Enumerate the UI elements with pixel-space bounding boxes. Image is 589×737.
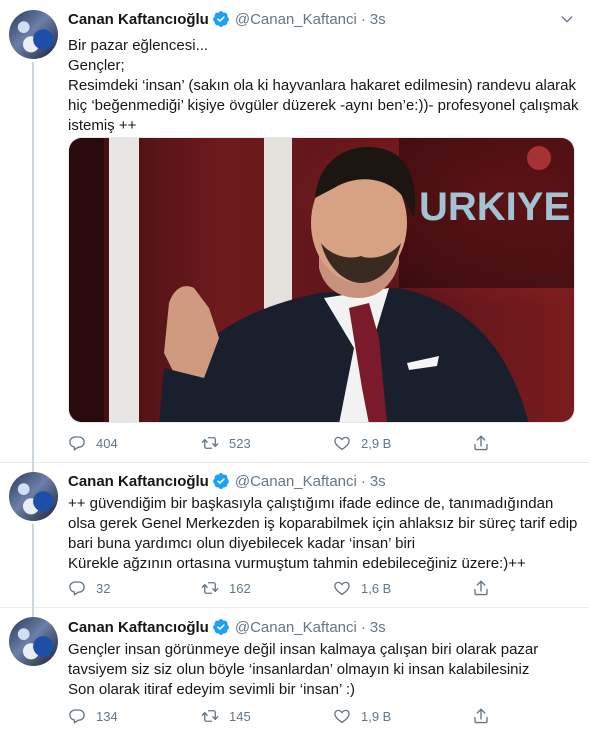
tweet-text-line: ++ güvendiğim bir başkasıyla çalıştığımı… — [68, 495, 554, 512]
separator-dot: · — [360, 618, 366, 636]
like-button[interactable]: 1,9 B — [333, 706, 391, 726]
reply-button[interactable]: 404 — [68, 433, 118, 453]
like-count: 2,9 B — [361, 435, 392, 451]
chevron-down-icon[interactable] — [559, 11, 575, 27]
tweet-image[interactable]: URKIYE — [68, 137, 575, 423]
share-button[interactable] — [472, 706, 500, 726]
reply-icon — [68, 707, 86, 725]
tweet-text-line: Gençler insan görünmeye değil insan kalm… — [68, 641, 539, 658]
avatar[interactable] — [9, 10, 58, 59]
separator-dot: · — [360, 10, 366, 28]
avatar[interactable] — [9, 472, 58, 521]
tweet-text-line: istemiş ++ — [68, 117, 137, 134]
like-icon — [333, 707, 351, 725]
retweet-button[interactable]: 523 — [201, 433, 251, 453]
tv-studio-photo: URKIYE — [69, 138, 574, 422]
like-count: 1,9 B — [361, 708, 392, 724]
share-button[interactable] — [472, 433, 500, 453]
share-icon — [472, 434, 490, 452]
tweet-text-line: Kürekle ağzının ortasına vurmuştum tahmi… — [68, 555, 526, 572]
timestamp[interactable]: 3s — [370, 473, 386, 490]
retweet-icon — [201, 707, 219, 725]
retweet-icon — [201, 579, 219, 597]
reply-button[interactable]: 134 — [68, 706, 118, 726]
reply-count: 32 — [96, 580, 111, 596]
verified-badge-icon — [212, 472, 230, 490]
share-icon — [472, 579, 490, 597]
thread-line — [32, 607, 34, 617]
verified-badge-icon — [212, 10, 230, 28]
reply-count: 134 — [96, 708, 118, 724]
author-handle[interactable]: @Canan_Kaftanci — [235, 619, 357, 636]
author-name[interactable]: Canan Kaftancıoğlu — [68, 11, 209, 28]
tweet-text-line: Son olarak itiraf edeyim sevimli bir ‘in… — [68, 681, 356, 698]
reply-button[interactable]: 32 — [68, 578, 110, 598]
reply-icon — [68, 579, 86, 597]
thread-line — [32, 462, 34, 472]
retweet-count: 162 — [229, 580, 251, 596]
share-button[interactable] — [472, 578, 500, 598]
retweet-icon — [201, 434, 219, 452]
retweet-count: 145 — [229, 708, 251, 724]
avatar[interactable] — [9, 617, 58, 666]
timestamp[interactable]: 3s — [370, 11, 386, 28]
author-name[interactable]: Canan Kaftancıoğlu — [68, 473, 209, 490]
tweet[interactable]: Canan Kaftancıoğlu @Canan_Kaftanci · 3s … — [0, 0, 589, 462]
tweet-header: Canan Kaftancıoğlu @Canan_Kaftanci · 3s — [68, 471, 386, 491]
separator-dot: · — [360, 472, 366, 490]
tweet-text-line: hiç ‘beğenmediği’ kişiye övgüler düzerek… — [68, 97, 579, 114]
tweet-text-line: olsa gerek Genel Merkezden iş koparabilm… — [68, 515, 578, 532]
tweet-text-line: Bir pazar eğlencesi... — [68, 37, 209, 54]
tweet-header: Canan Kaftancıoğlu @Canan_Kaftanci · 3s — [68, 9, 386, 29]
like-count: 1,6 B — [361, 580, 392, 596]
retweet-button[interactable]: 162 — [201, 578, 251, 598]
author-handle[interactable]: @Canan_Kaftanci — [235, 473, 357, 490]
tweet-actions: 32 162 1,6 B — [68, 578, 488, 598]
tweet-text: ++ güvendiğim bir başkasıyla çalıştığımı… — [68, 494, 580, 574]
like-icon — [333, 579, 351, 597]
reply-count: 404 — [96, 435, 118, 451]
retweet-count: 523 — [229, 435, 251, 451]
like-button[interactable]: 1,6 B — [333, 578, 391, 598]
tweet-text: Gençler insan görünmeye değil insan kalm… — [68, 640, 580, 700]
tweet[interactable]: Canan Kaftancıoğlu @Canan_Kaftanci · 3s … — [0, 607, 589, 737]
studio-backdrop-text: URKIYE — [419, 185, 570, 229]
like-button[interactable]: 2,9 B — [333, 433, 391, 453]
tweet-actions: 134 145 1,9 B — [68, 706, 488, 726]
thread-line — [32, 524, 34, 607]
timestamp[interactable]: 3s — [370, 619, 386, 636]
tweet-text-line: Gençler; — [68, 57, 125, 74]
tweet-text: Bir pazar eğlencesi... Gençler; Resimdek… — [68, 36, 580, 136]
author-name[interactable]: Canan Kaftancıoğlu — [68, 619, 209, 636]
verified-badge-icon — [212, 618, 230, 636]
author-handle[interactable]: @Canan_Kaftanci — [235, 11, 357, 28]
reply-icon — [68, 434, 86, 452]
tweet-text-line: tavsiyem siz siz olun böyle ‘insanlardan… — [68, 661, 530, 678]
tweet-text-line: bari buna yardımcı olun diyebilecek kada… — [68, 535, 416, 552]
tweet-actions: 404 523 2,9 B — [68, 433, 488, 453]
like-icon — [333, 434, 351, 452]
tweet-text-line: Resimdeki ‘insan’ (sakın ola ki hayvanla… — [68, 77, 577, 94]
retweet-button[interactable]: 145 — [201, 706, 251, 726]
share-icon — [472, 707, 490, 725]
tweet[interactable]: Canan Kaftancıoğlu @Canan_Kaftanci · 3s … — [0, 462, 589, 607]
tweet-header: Canan Kaftancıoğlu @Canan_Kaftanci · 3s — [68, 617, 386, 637]
thread-line — [32, 62, 34, 462]
